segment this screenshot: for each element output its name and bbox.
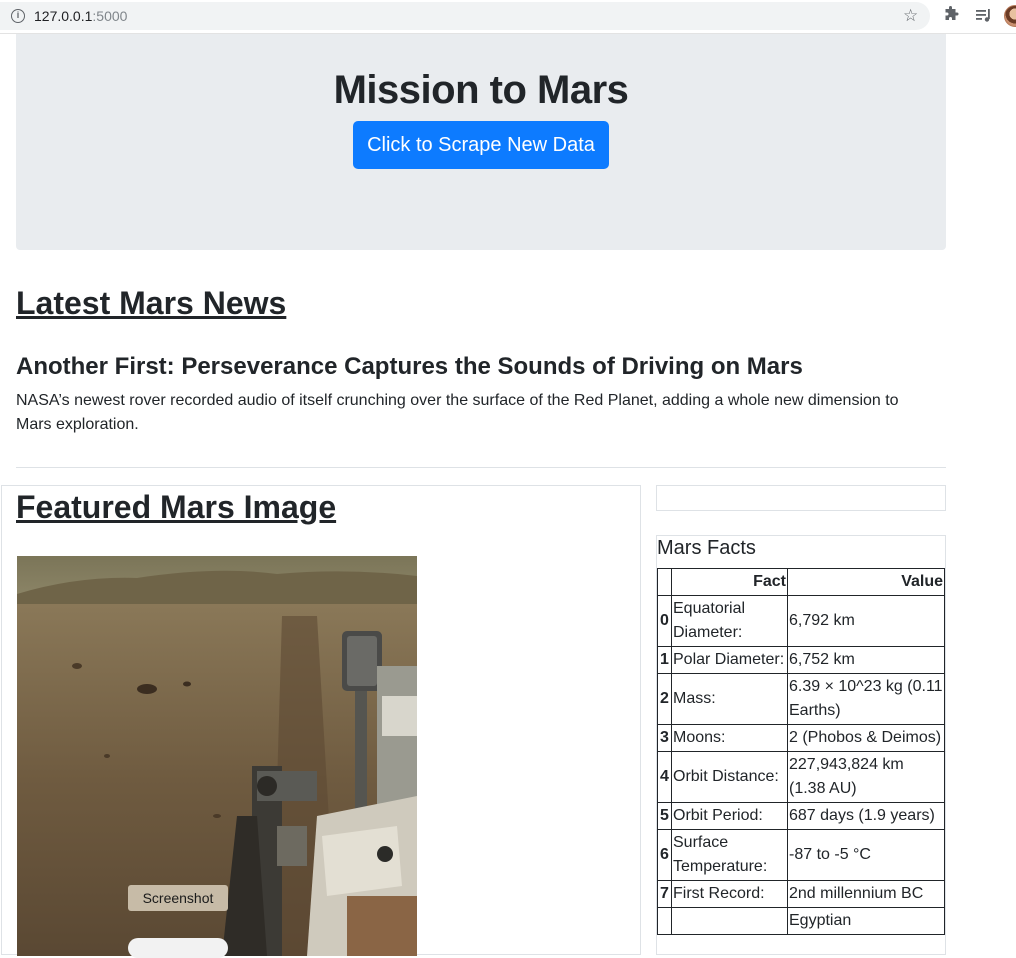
table-row: 3 Moons: 2 (Phobos & Deimos) — [657, 724, 945, 752]
featured-image-heading: Featured Mars Image — [16, 489, 337, 525]
news-heading: Latest Mars News — [16, 285, 287, 321]
table-row: 2 Mass: 6.39 × 10^23 kg (0.11 Earths) — [657, 673, 945, 725]
row-value: 2nd millennium BC — [787, 880, 945, 908]
row-value: 227,943,824 km (1.38 AU) — [787, 751, 945, 803]
row-value: 6.39 × 10^23 kg (0.11 Earths) — [787, 673, 945, 725]
table-header-row: Fact Value — [657, 568, 945, 596]
url-port: :5000 — [92, 8, 128, 24]
row-fact: Surface Temperature: — [671, 829, 788, 881]
url-host: 127.0.0.1 — [34, 8, 93, 24]
table-row: 1 Polar Diameter: 6,752 km — [657, 646, 945, 674]
row-value: 6,752 km — [787, 646, 945, 674]
profile-avatar[interactable] — [1004, 5, 1016, 27]
screenshot-button[interactable]: Screenshot — [128, 885, 228, 911]
row-value: Egyptian — [787, 907, 945, 935]
empty-panel — [656, 485, 946, 511]
row-index: 4 — [657, 751, 672, 803]
facts-caption: Mars Facts — [657, 537, 756, 559]
row-index: 7 — [657, 880, 672, 908]
divider — [16, 467, 946, 468]
jumbotron: Mission to Mars Click to Scrape New Data — [16, 34, 946, 250]
news-paragraph: NASA’s newest rover recorded audio of it… — [16, 392, 899, 433]
screenshot-pill[interactable] — [128, 938, 228, 958]
scrape-button[interactable]: Click to Scrape New Data — [353, 121, 609, 169]
page-title: Mission to Mars — [333, 68, 629, 112]
row-fact — [671, 907, 788, 935]
row-index: 5 — [657, 802, 672, 830]
row-fact: Polar Diameter: — [671, 646, 788, 674]
bookmark-star-icon[interactable]: ☆ — [903, 6, 918, 26]
row-index: 1 — [657, 646, 672, 674]
url-text[interactable]: 127.0.0.1:5000 — [34, 8, 127, 24]
row-value: 6,792 km — [787, 595, 945, 647]
address-bar[interactable]: i 127.0.0.1:5000 ☆ — [0, 2, 930, 30]
row-index: 3 — [657, 724, 672, 752]
row-index: 2 — [657, 673, 672, 725]
row-index: 6 — [657, 829, 672, 881]
table-row: 7 First Record: 2nd millennium BC — [657, 880, 945, 908]
row-index: 0 — [657, 595, 672, 647]
table-row: 6 Surface Temperature: -87 to -5 °C — [657, 829, 945, 881]
table-header-index — [657, 568, 672, 596]
browser-toolbar: i 127.0.0.1:5000 ☆ — [0, 0, 1016, 34]
news-title: Another First: Perseverance Captures the… — [16, 353, 803, 380]
row-fact: Moons: — [671, 724, 788, 752]
info-icon[interactable]: i — [11, 9, 25, 23]
mars-facts-table: Fact Value 0 Equatorial Diameter: 6,792 … — [657, 568, 945, 935]
row-fact: Mass: — [671, 673, 788, 725]
table-row: 5 Orbit Period: 687 days (1.9 years) — [657, 802, 945, 830]
row-fact: First Record: — [671, 880, 788, 908]
row-fact: Orbit Distance: — [671, 751, 788, 803]
row-value: -87 to -5 °C — [787, 829, 945, 881]
puzzle-icon[interactable] — [943, 6, 959, 22]
row-fact: Equatorial Diameter: — [671, 595, 788, 647]
row-index — [657, 907, 672, 935]
row-fact: Orbit Period: — [671, 802, 788, 830]
media-control-icon[interactable] — [975, 7, 993, 23]
table-header-value: Value — [787, 568, 945, 596]
table-row: 4 Orbit Distance: 227,943,824 km (1.38 A… — [657, 751, 945, 803]
row-value: 2 (Phobos & Deimos) — [787, 724, 945, 752]
row-value: 687 days (1.9 years) — [787, 802, 945, 830]
table-row: 0 Equatorial Diameter: 6,792 km — [657, 595, 945, 647]
table-header-fact: Fact — [671, 568, 788, 596]
table-row: Egyptian — [657, 907, 945, 935]
